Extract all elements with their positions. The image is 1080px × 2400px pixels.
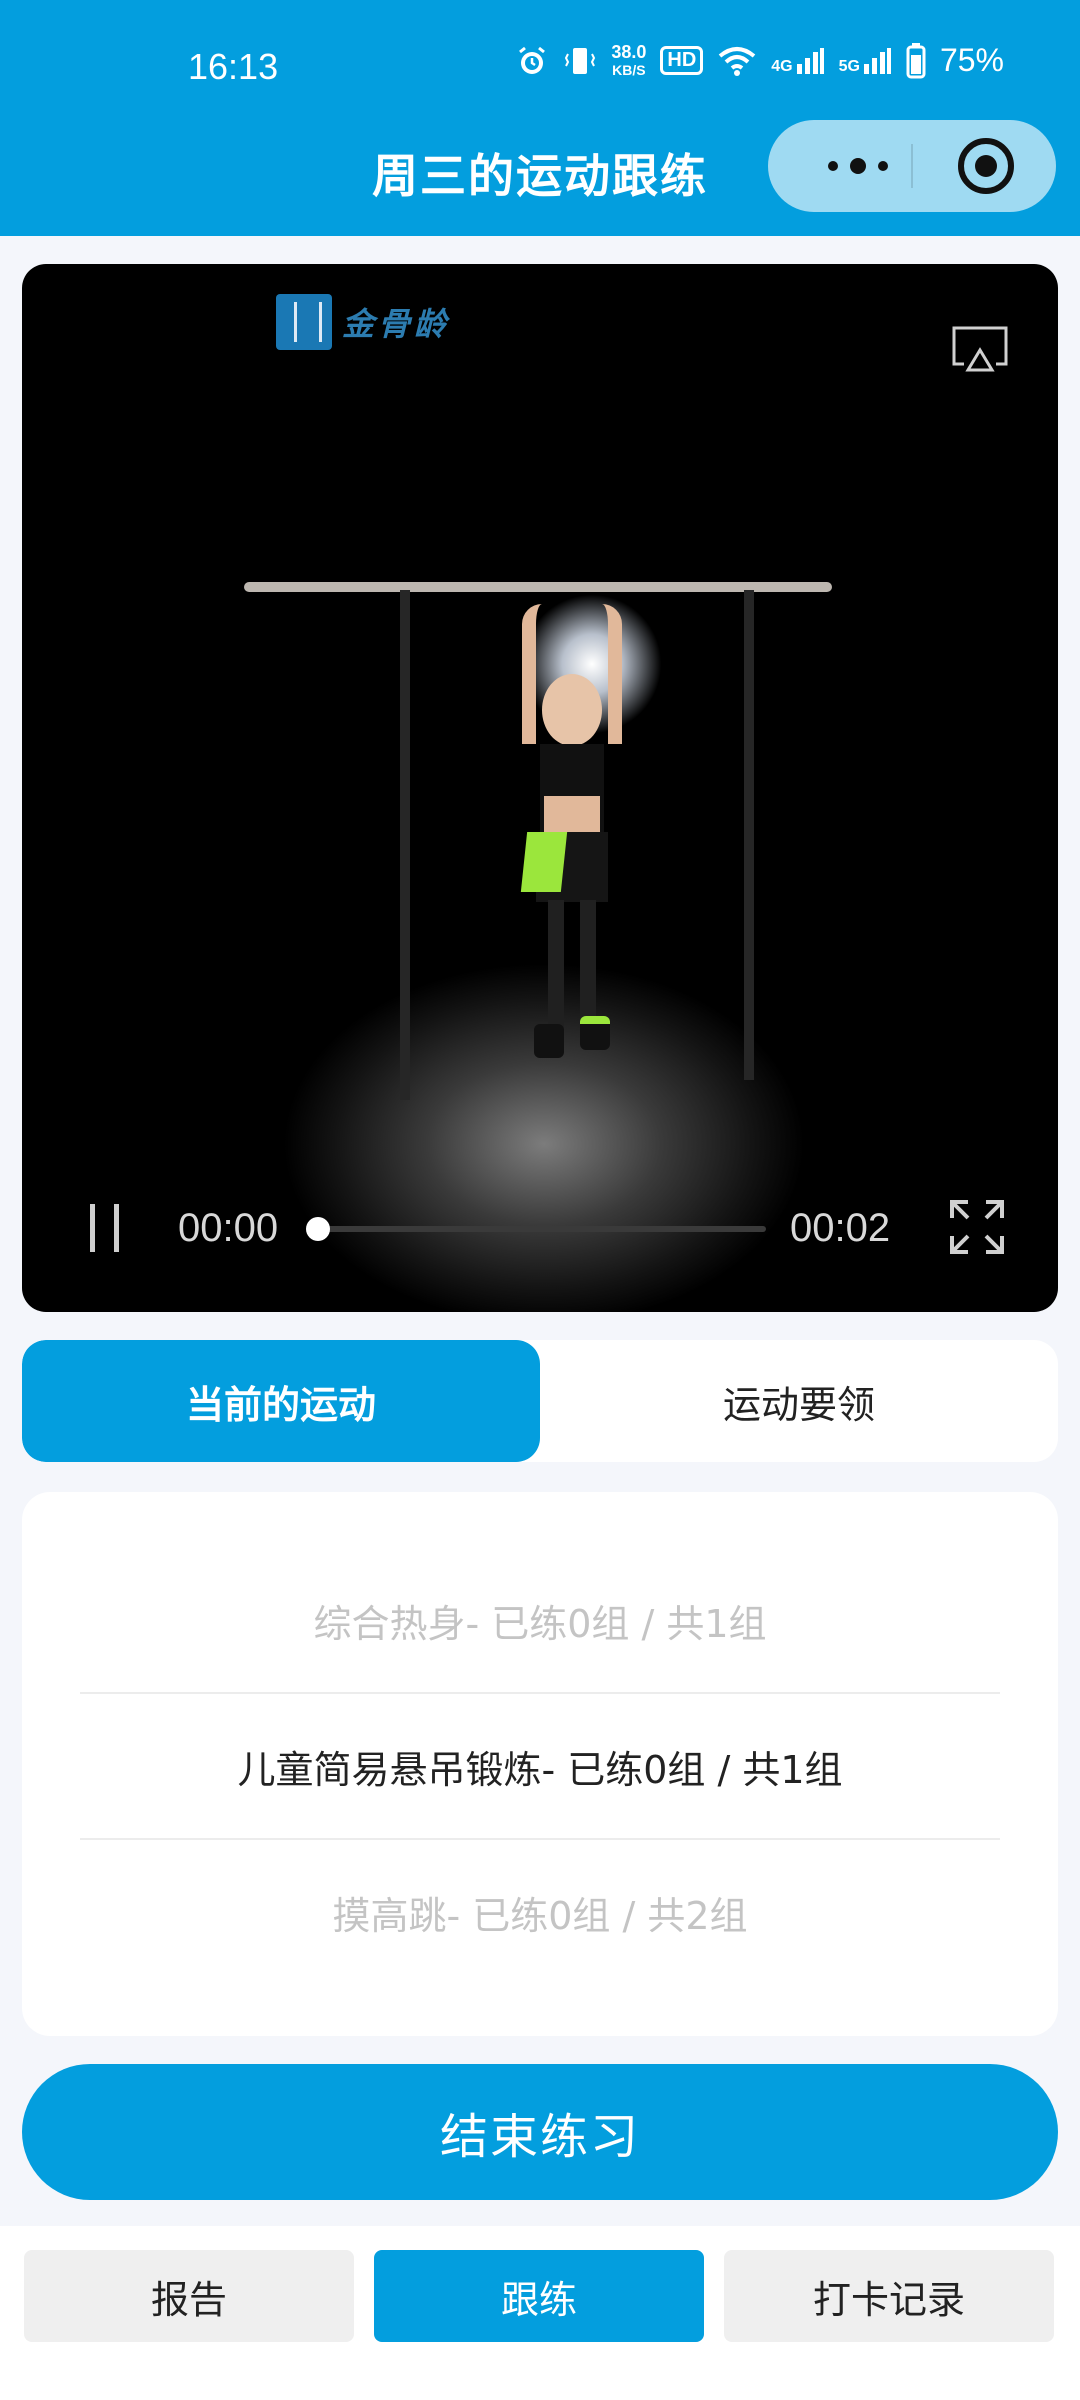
list-item-current[interactable]: 儿童简易悬吊锻炼- 已练0组 / 共1组 <box>80 1694 1000 1838</box>
net-speed-value: 38.0 <box>611 41 647 62</box>
video-child-figure <box>520 604 622 1058</box>
list-item[interactable]: 综合热身- 已练0组 / 共1组 <box>80 1548 1000 1692</box>
progress-knob[interactable] <box>306 1217 330 1241</box>
nav-checkin-records[interactable]: 打卡记录 <box>724 2250 1054 2342</box>
video-controls: 00:00 00:02 <box>22 1200 1058 1304</box>
signal-4g: 4G <box>771 46 824 76</box>
video-player[interactable]: 金骨龄 00:00 00:02 <box>22 264 1058 1312</box>
wifi-icon <box>718 46 756 76</box>
video-post-left <box>400 590 410 1100</box>
video-post-right <box>744 590 754 1080</box>
exercise-list: 综合热身- 已练0组 / 共1组 儿童简易悬吊锻炼- 已练0组 / 共1组 摸高… <box>22 1492 1058 2036</box>
pause-icon[interactable] <box>86 1204 126 1252</box>
nav-follow-along[interactable]: 跟练 <box>374 2250 704 2342</box>
signal-icon-2 <box>863 47 891 74</box>
video-watermark-logo: 金骨龄 <box>276 294 450 350</box>
current-time: 00:00 <box>178 1206 279 1250</box>
status-bar: 16:13 38.0 KB/S HD 4G 5G 75% <box>0 36 1080 100</box>
exercise-tabs: 当前的运动 运动要领 <box>22 1340 1058 1462</box>
vibrate-icon <box>565 47 596 74</box>
logo-text: 金骨龄 <box>342 305 451 343</box>
net-speed: 38.0 KB/S <box>611 43 646 79</box>
net-speed-unit: KB/S <box>612 61 646 78</box>
status-time: 16:13 <box>188 46 279 87</box>
battery-icon <box>906 42 926 78</box>
signal-5g-label: 5G <box>838 57 860 75</box>
end-practice-button[interactable]: 结束练习 <box>22 2064 1058 2200</box>
close-target-icon[interactable] <box>958 138 1014 194</box>
top-header: 16:13 38.0 KB/S HD 4G 5G 75% 周三的运动跟练 <box>0 0 1080 236</box>
signal-icon <box>796 47 824 74</box>
duration-time: 00:02 <box>790 1206 891 1250</box>
tab-exercise-tips[interactable]: 运动要领 <box>540 1340 1058 1462</box>
tab-current-exercise[interactable]: 当前的运动 <box>22 1340 540 1462</box>
more-icon[interactable] <box>808 120 908 212</box>
signal-5g: 5G <box>839 46 892 76</box>
signal-4g-label: 4G <box>771 57 793 75</box>
logo-mark-icon <box>276 294 332 350</box>
list-item[interactable]: 摸高跳- 已练0组 / 共2组 <box>80 1840 1000 1984</box>
mini-program-capsule <box>768 120 1056 212</box>
nav-report[interactable]: 报告 <box>24 2250 354 2342</box>
hd-badge: HD <box>660 46 704 75</box>
bottom-nav: 报告 跟练 打卡记录 <box>0 2226 1080 2400</box>
capsule-divider <box>911 144 913 188</box>
fullscreen-icon[interactable] <box>948 1198 1006 1256</box>
battery-percent: 75% <box>939 42 1004 78</box>
progress-track[interactable] <box>314 1226 766 1232</box>
cast-icon[interactable] <box>950 324 1010 374</box>
alarm-icon <box>519 46 546 74</box>
status-icons: 38.0 KB/S HD 4G 5G 75% <box>515 42 1004 79</box>
